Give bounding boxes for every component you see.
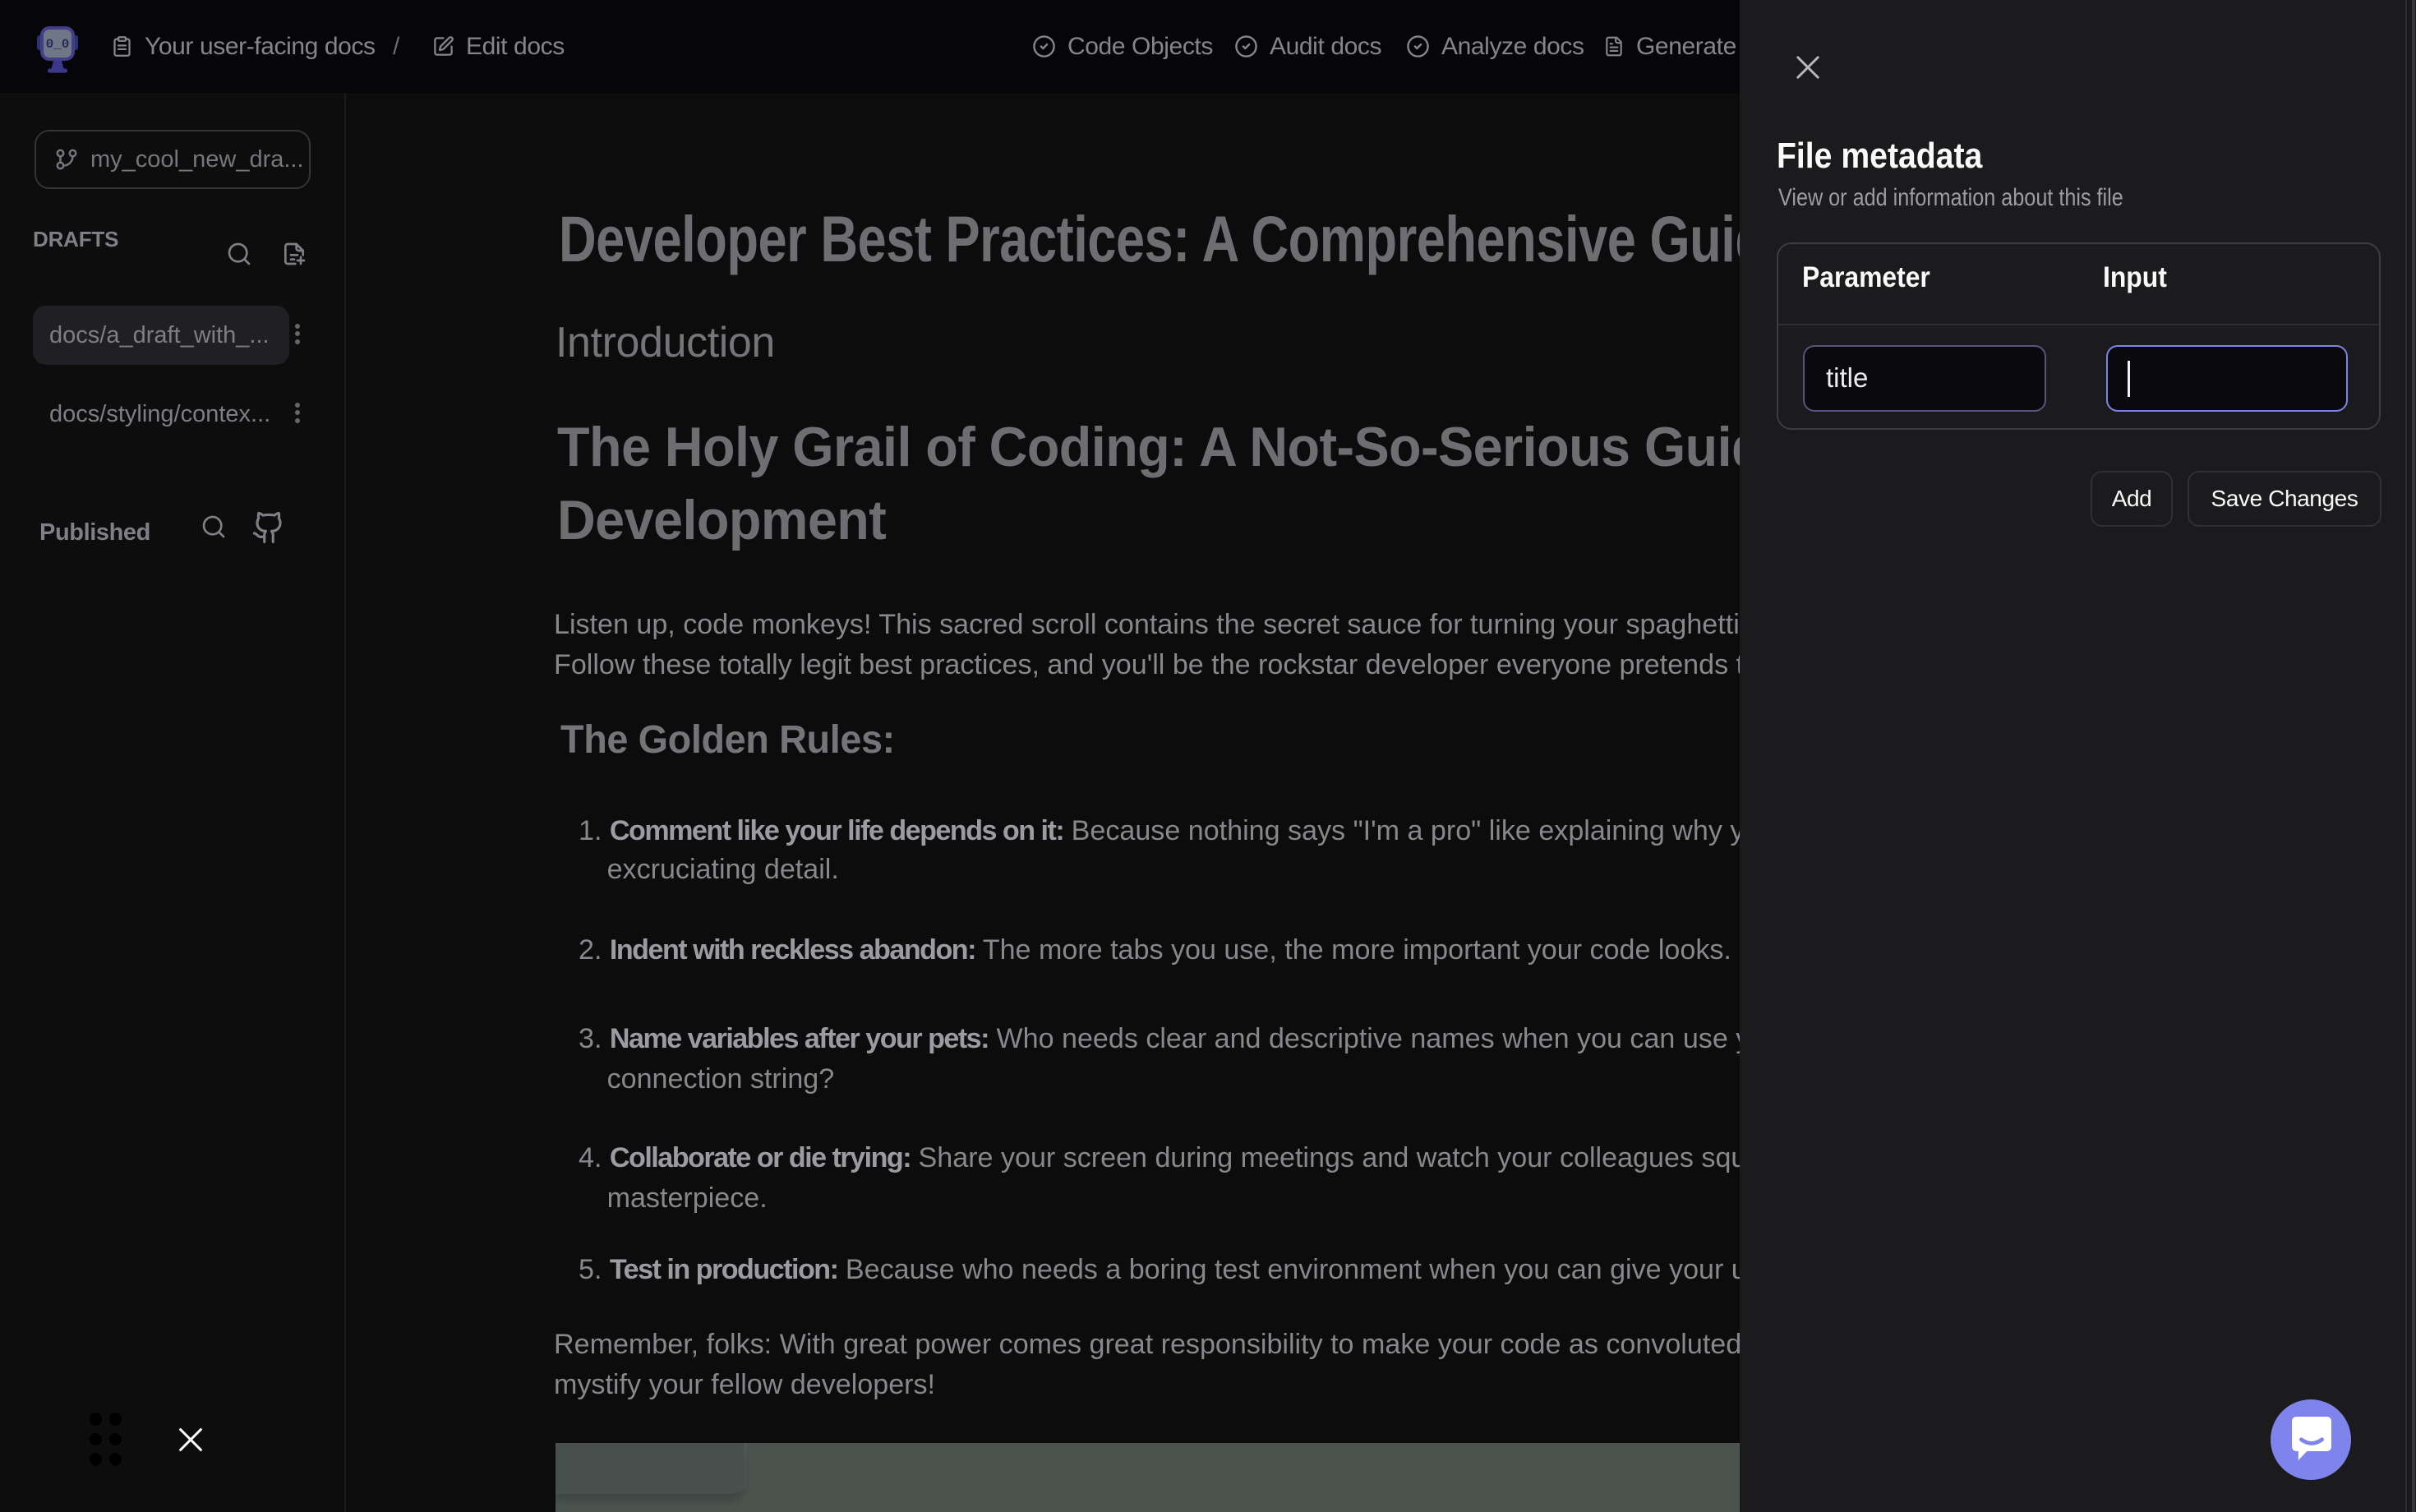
svg-text:0_0: 0_0 [46, 37, 70, 52]
